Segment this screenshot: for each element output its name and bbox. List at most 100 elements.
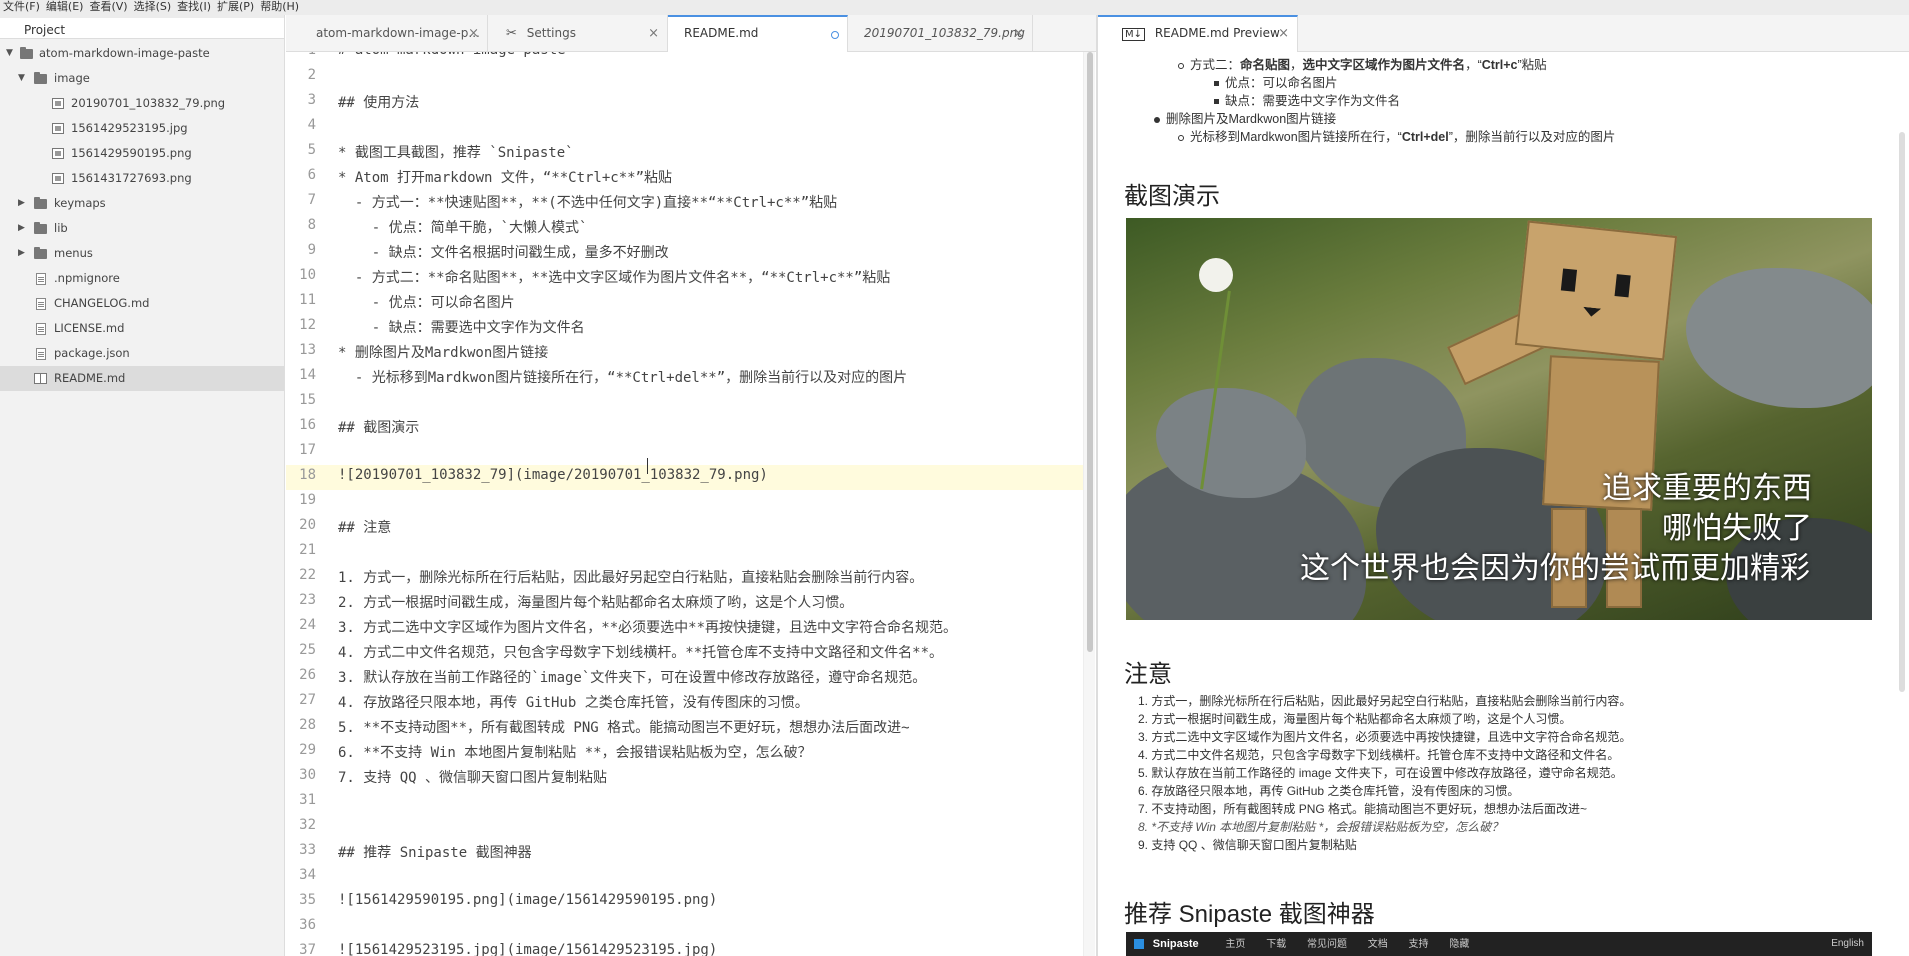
menu-help[interactable]: 帮助(H): [257, 0, 302, 15]
book-icon: [34, 373, 47, 384]
line-number: 25: [299, 642, 316, 658]
code-line[interactable]: - 优点：简单干脆，`大懒人模式`: [338, 217, 588, 237]
scrollbar-thumb[interactable]: [1899, 132, 1905, 692]
folder-icon: [20, 47, 33, 59]
file-icon: [36, 273, 46, 285]
code-line[interactable]: 3. 方式二选中文字区域作为图片文件名，**必须要选中**再按快捷键，且选中文字…: [338, 617, 957, 637]
tree-item-file[interactable]: package.json: [0, 341, 284, 366]
code-line[interactable]: 7. 支持 QQ 、微信聊天窗口图片复制粘贴: [338, 767, 607, 787]
tree-item-file[interactable]: 1561429590195.png: [0, 141, 284, 166]
code-line[interactable]: ![1561429590195.png](image/1561429590195…: [338, 892, 717, 908]
scrollbar-thumb[interactable]: [1087, 52, 1093, 652]
tab-readme[interactable]: README.md: [668, 15, 848, 53]
code-line[interactable]: 4. 方式二中文件名规范，只包含字母数字下划线横杆。**托管仓库不支持中文路径和…: [338, 642, 943, 662]
tree-item-image-folder[interactable]: ▼ image: [0, 66, 284, 91]
code-line[interactable]: 2. 方式一根据时间戳生成，海量图片每个粘贴都命名太麻烦了哟，这是个人习惯。: [338, 592, 853, 612]
code-line[interactable]: - 方式二：**命名贴图**，**选中文字区域作为图片文件名**，“**Ctrl…: [338, 267, 890, 287]
bullet-icon: [1214, 81, 1219, 87]
menu-file[interactable]: 文件(F): [0, 0, 43, 15]
list-item: 7. 不支持动图，所有截图转成 PNG 格式。能搞动图岂不更好玩，想想办法后面改…: [1138, 802, 1588, 816]
project-tab[interactable]: Project: [0, 15, 284, 39]
preview-list-item: 光标移到Mardkwon图片链接所在行，“Ctrl+del”，删除当前行以及对应…: [1178, 126, 1615, 145]
code-line[interactable]: ## 截图演示: [338, 417, 419, 437]
line-number: 36: [299, 917, 316, 933]
code-line[interactable]: * 截图工具截图，推荐 `Snipaste`: [338, 142, 574, 162]
snipaste-brand: Snipaste: [1152, 938, 1199, 950]
snipaste-link: 主页: [1225, 939, 1246, 950]
code-line[interactable]: ![20190701_103832_79](image/20190701_103…: [338, 467, 768, 483]
menu-view[interactable]: 查看(V): [86, 0, 130, 15]
close-icon[interactable]: ×: [468, 15, 479, 52]
preview-heading-note: 注意: [1124, 661, 1172, 688]
snipaste-link: 支持: [1408, 939, 1429, 950]
code-line[interactable]: * Atom 打开markdown 文件，“**Ctrl+c**”粘贴: [338, 167, 672, 187]
code-line[interactable]: 1. 方式一，删除光标所在行后粘贴，因此最好另起空白行粘贴，直接粘贴会删除当前行…: [338, 567, 923, 587]
chevron-right-icon[interactable]: ▶: [18, 216, 25, 241]
line-number: 3: [307, 92, 316, 108]
file-icon: [36, 348, 46, 360]
tab-settings[interactable]: ✂ Settings ×: [488, 15, 668, 52]
chevron-right-icon[interactable]: ▶: [18, 191, 25, 216]
tree-item-label: lib: [54, 221, 68, 235]
line-number: 21: [299, 542, 316, 558]
code-line[interactable]: - 光标移到Mardkwon图片链接所在行，“**Ctrl+del**”，删除当…: [338, 367, 907, 387]
code-line[interactable]: * 删除图片及Mardkwon图片链接: [338, 342, 548, 362]
menu-edit[interactable]: 编辑(E): [43, 0, 87, 15]
tab-label: Settings: [526, 26, 576, 40]
code-line[interactable]: ![1561429523195.jpg](image/1561429523195…: [338, 942, 717, 956]
line-number: 10: [299, 267, 316, 283]
tree-item-lib-folder[interactable]: ▶ lib: [0, 216, 284, 241]
folder-icon: [34, 197, 47, 209]
close-icon[interactable]: ×: [648, 15, 659, 52]
menu-find[interactable]: 查找(I): [174, 0, 214, 15]
tab-label: README.md Preview: [1154, 26, 1280, 40]
tab-image-preview[interactable]: 20190701_103832_79.png ×: [848, 15, 1033, 52]
tree-item-file[interactable]: 1561431727693.png: [0, 166, 284, 191]
text-editor[interactable]: 1# atom-markdown-image-paste23## 使用方法45*…: [286, 52, 1086, 956]
line-number: 27: [299, 692, 316, 708]
code-line[interactable]: ## 使用方法: [338, 92, 419, 112]
code-line[interactable]: # atom-markdown-image-paste: [338, 52, 566, 58]
demo-screenshot-image: 追求重要的东西 哪怕失败了 这个世界也会因为你的尝试而更加精彩: [1126, 218, 1872, 620]
tab-readme-preview[interactable]: M↓ README.md Preview ×: [1098, 15, 1298, 53]
tree-item-file[interactable]: CHANGELOG.md: [0, 291, 284, 316]
close-icon[interactable]: ×: [1278, 17, 1289, 50]
tree-item-readme[interactable]: README.md: [0, 366, 284, 391]
tree-item-file[interactable]: LICENSE.md: [0, 316, 284, 341]
code-line[interactable]: 3. 默认存放在当前工作路径的`image`文件夹下，可在设置中修改存放路径，遵…: [338, 667, 926, 687]
chevron-right-icon[interactable]: ▶: [18, 241, 25, 266]
tree-item-menus-folder[interactable]: ▶ menus: [0, 241, 284, 266]
preview-scrollbar[interactable]: [1896, 52, 1909, 956]
code-line[interactable]: 6. **不支持 Win 本地图片复制粘贴 **，会报错误粘贴板为空，怎么破？: [338, 742, 812, 762]
line-number: 16: [299, 417, 316, 433]
line-number: 18: [299, 467, 316, 483]
line-number: 33: [299, 842, 316, 858]
bullet-icon: [1154, 116, 1160, 123]
close-icon[interactable]: ×: [1013, 15, 1024, 52]
snipaste-link: 文档: [1367, 939, 1388, 950]
tree-item-keymaps-folder[interactable]: ▶ keymaps: [0, 191, 284, 216]
tree-item-label: 20190701_103832_79.png: [71, 96, 226, 110]
editor-scrollbar[interactable]: [1083, 52, 1095, 956]
tab-label: atom-markdown-image-p...: [316, 26, 480, 40]
folder-icon: [34, 247, 47, 259]
menu-selection[interactable]: 选择(S): [131, 0, 175, 15]
tree-item-file[interactable]: .npmignore: [0, 266, 284, 291]
menu-packages[interactable]: 扩展(P): [214, 0, 257, 15]
chevron-down-icon[interactable]: ▼: [6, 41, 13, 66]
code-line[interactable]: 4. 存放路径只限本地，再传 GitHub 之类仓库托管，没有传图床的习惯。: [338, 692, 809, 712]
code-line[interactable]: - 缺点：需要选中文字作为文件名: [338, 317, 585, 337]
code-line[interactable]: - 优点：可以命名图片: [338, 292, 515, 312]
code-line[interactable]: ## 注意: [338, 517, 391, 537]
chevron-down-icon[interactable]: ▼: [18, 66, 25, 91]
tree-item-file[interactable]: 1561429523195.jpg: [0, 116, 284, 141]
tab-package[interactable]: atom-markdown-image-p... ×: [286, 15, 488, 52]
code-line[interactable]: - 方式一：**快速贴图**，**(不选中任何文字)直接**“**Ctrl+c*…: [338, 192, 837, 212]
tree-item-file[interactable]: 20190701_103832_79.png: [0, 91, 284, 116]
code-line[interactable]: - 缺点：文件名根据时间戳生成，量多不好删改: [338, 242, 669, 262]
code-line[interactable]: ## 推荐 Snipaste 截图神器: [338, 842, 532, 862]
code-line[interactable]: 5. **不支持动图**，所有截图转成 PNG 格式。能搞动图岂不更好玩，想想办…: [338, 717, 910, 737]
menu-bar: 文件(F) 编辑(E) 查看(V) 选择(S) 查找(I) 扩展(P) 帮助(H…: [0, 0, 1909, 15]
image-file-icon: [52, 98, 64, 109]
tree-item-root[interactable]: ▼ atom-markdown-image-paste: [0, 41, 284, 66]
